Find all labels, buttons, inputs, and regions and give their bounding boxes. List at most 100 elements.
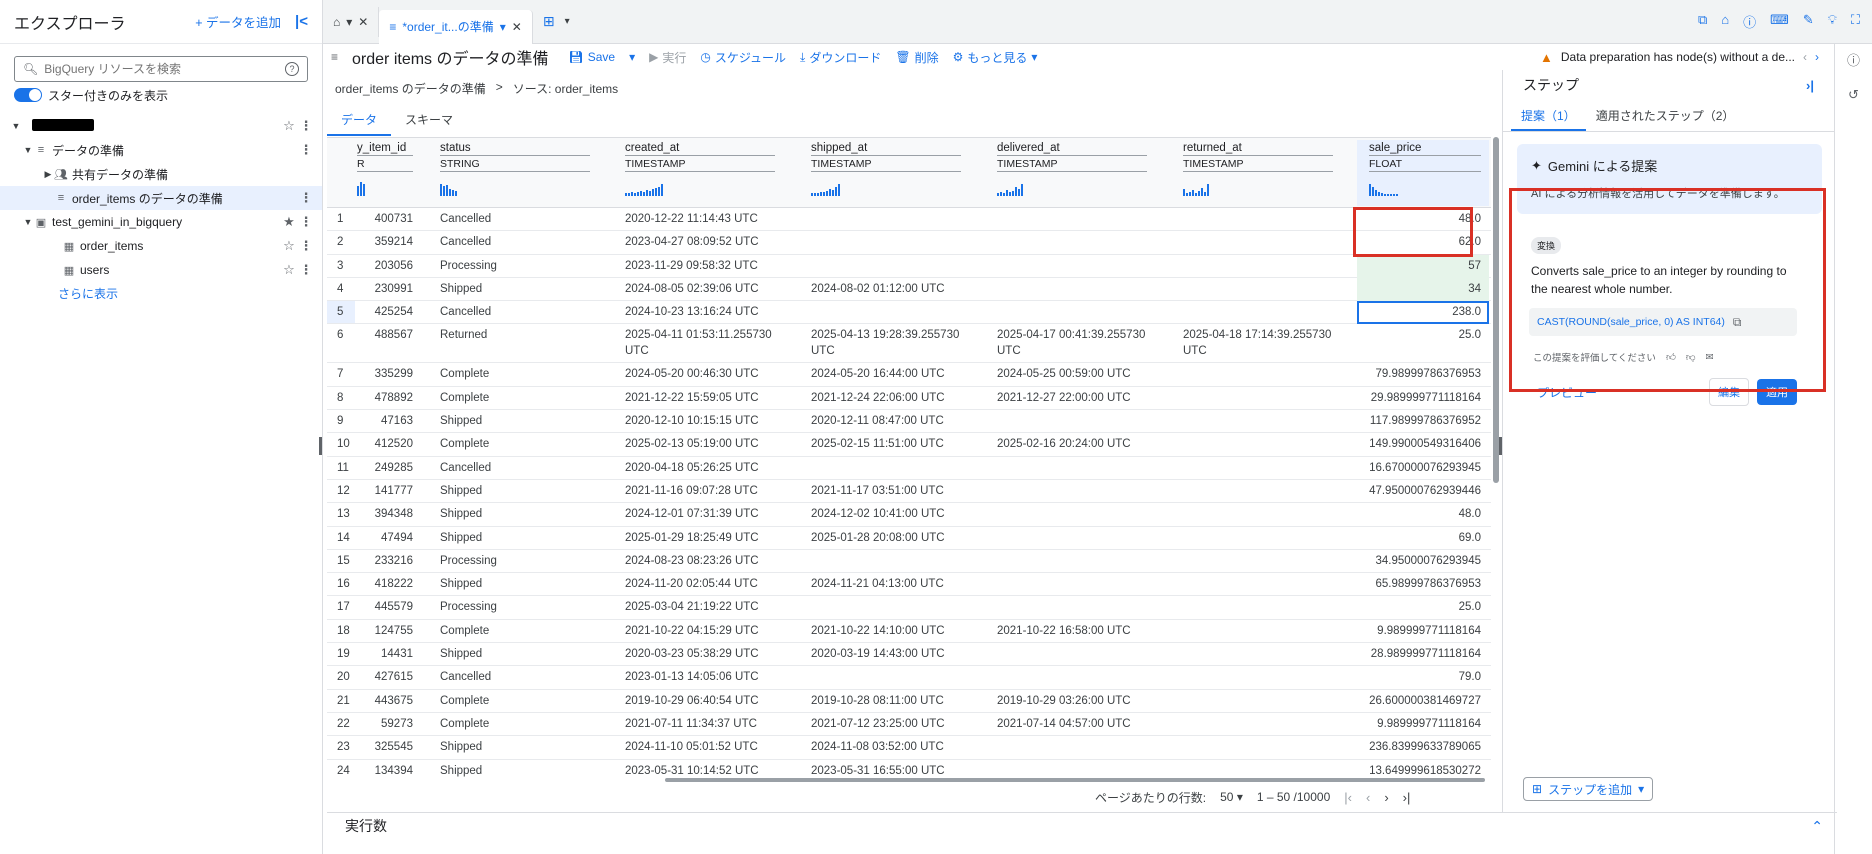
table-row[interactable]: 22 59273 Complete 2021-07-11 11:34:37 UTC 20…: [327, 713, 1491, 737]
cell-created-at[interactable]: 2025-03-04 21:19:22 UTC: [625, 596, 775, 619]
cell-shipped-at[interactable]: 2020-12-11 08:47:00 UTC: [811, 410, 961, 433]
chevron-left-icon[interactable]: ‹: [1803, 50, 1807, 64]
table-row[interactable]: 24 134394 Shipped 2023-05-31 10:14:52 UTC 20…: [327, 760, 1491, 778]
tab-schema[interactable]: スキーマ: [391, 106, 467, 136]
cell-shipped-at[interactable]: 2019-10-28 08:11:00 UTC: [811, 690, 961, 713]
cell-item-id[interactable]: 478892: [357, 387, 413, 410]
lightbulb-icon[interactable]: 💡︎: [1828, 12, 1837, 31]
table-row[interactable]: 18 124755 Complete 2021-10-22 04:15:29 UTC 2…: [327, 620, 1491, 644]
new-tab-icon[interactable]: ⊞: [533, 13, 565, 30]
tab-data[interactable]: データ: [327, 106, 392, 136]
add-data-button[interactable]: + データを追加: [195, 12, 281, 31]
cell-created-at[interactable]: 2021-07-11 11:34:37 UTC: [625, 713, 775, 736]
home-icon[interactable]: ⌂: [1721, 12, 1729, 31]
tree-item-project[interactable]: ▼ ☆ ⋮: [0, 114, 322, 138]
expand-up-icon[interactable]: ⌃: [1811, 813, 1823, 839]
cell-sale-price[interactable]: 9.989999771118164: [1357, 620, 1489, 643]
table-row[interactable]: 23 325545 Shipped 2024-11-10 05:01:52 UTC 20…: [327, 736, 1491, 760]
cell-sale-price[interactable]: 47.950000762939446: [1357, 480, 1489, 503]
cell-item-id[interactable]: 427615: [357, 666, 413, 689]
table-row[interactable]: 20 427615 Cancelled 2023-01-13 14:05:06 UTC…: [327, 666, 1491, 690]
cell-sale-price[interactable]: 149.99000549316406: [1357, 433, 1489, 456]
expand-caret-icon[interactable]: ▼: [22, 217, 34, 227]
table-row[interactable]: 2 359214 Cancelled 2023-04-27 08:09:52 UTC 6…: [327, 231, 1491, 255]
cell-sale-price[interactable]: 28.989999771118164: [1357, 643, 1489, 666]
table-row[interactable]: 7 335299 Complete 2024-05-20 00:46:30 UTC 20…: [327, 363, 1491, 387]
fullscreen-icon[interactable]: ⛶: [1851, 12, 1860, 31]
cell-sale-price[interactable]: 236.83999633789065: [1357, 736, 1489, 759]
cell-created-at[interactable]: 2021-10-22 04:15:29 UTC: [625, 620, 775, 643]
cell-created-at[interactable]: 2024-12-01 07:31:39 UTC: [625, 503, 775, 526]
cell-item-id[interactable]: 14431: [357, 643, 413, 666]
column-header-returned-at[interactable]: returned_at TIMESTAMP: [1183, 140, 1333, 206]
delete-button[interactable]: 🗑︎ 削除: [895, 49, 938, 66]
cell-status[interactable]: Shipped: [440, 410, 482, 433]
star-icon[interactable]: ☆: [280, 238, 298, 254]
cell-status[interactable]: Shipped: [440, 278, 482, 301]
chevron-right-icon[interactable]: ›: [1815, 50, 1819, 64]
more-options-icon[interactable]: ⋮: [298, 118, 314, 134]
cell-created-at[interactable]: 2021-12-22 15:59:05 UTC: [625, 387, 775, 410]
expand-caret-icon[interactable]: ▼: [22, 145, 34, 155]
keyboard-icon[interactable]: ⌨: [1770, 12, 1789, 31]
cell-shipped-at[interactable]: 2025-02-15 11:51:00 UTC: [811, 433, 961, 456]
cell-created-at[interactable]: 2024-11-20 02:05:44 UTC: [625, 573, 775, 596]
cell-item-id[interactable]: 418222: [357, 573, 413, 596]
cell-created-at[interactable]: 2020-04-18 05:26:25 UTC: [625, 457, 775, 480]
cell-status[interactable]: Complete: [440, 620, 489, 643]
resource-search-input[interactable]: [44, 62, 279, 76]
cell-shipped-at[interactable]: 2021-11-17 03:51:00 UTC: [811, 480, 961, 503]
star-icon[interactable]: ☆: [280, 262, 298, 278]
history-icon[interactable]: ↺: [1835, 78, 1872, 112]
column-header-created-at[interactable]: created_at TIMESTAMP: [625, 140, 775, 206]
chevron-down-icon[interactable]: ▾: [346, 15, 352, 29]
cell-item-id[interactable]: 488567: [357, 327, 413, 343]
table-row[interactable]: 15 233216 Processing 2024-08-23 08:23:26 UT…: [327, 550, 1491, 574]
cell-status[interactable]: Processing: [440, 550, 497, 573]
table-row[interactable]: 1 400731 Cancelled 2020-12-22 11:14:43 UTC 4…: [327, 208, 1491, 232]
cell-status[interactable]: Shipped: [440, 480, 482, 503]
table-row[interactable]: 5 425254 Cancelled 2024-10-23 13:16:24 UTC 2…: [327, 301, 1491, 325]
table-row[interactable]: 10 412520 Complete 2025-02-13 05:19:00 UTC 2…: [327, 433, 1491, 457]
close-tab-icon[interactable]: ✕: [512, 20, 522, 34]
cell-status[interactable]: Returned: [440, 327, 487, 343]
table-row[interactable]: 16 418222 Shipped 2024-11-20 02:05:44 UTC 20…: [327, 573, 1491, 597]
expand-caret-icon[interactable]: ▼: [10, 121, 22, 131]
cell-created-at[interactable]: 2024-10-23 13:16:24 UTC: [625, 301, 775, 324]
cell-sale-price[interactable]: 79.98999786376953: [1357, 363, 1489, 386]
cell-delivered-at[interactable]: 2021-10-22 16:58:00 UTC: [997, 620, 1147, 643]
more-options-icon[interactable]: ⋮: [298, 262, 314, 278]
more-options-icon[interactable]: ⋮: [298, 190, 314, 206]
rows-per-page-select[interactable]: 50 ▾: [1220, 790, 1243, 804]
cell-item-id[interactable]: 400731: [357, 208, 413, 231]
cell-created-at[interactable]: 2023-11-29 09:58:32 UTC: [625, 255, 775, 278]
schedule-button[interactable]: ◷ スケジュール: [700, 49, 786, 66]
cell-created-at[interactable]: 2023-01-13 14:05:06 UTC: [625, 666, 775, 689]
starred-only-toggle[interactable]: [14, 88, 42, 102]
column-header-shipped-at[interactable]: shipped_at TIMESTAMP: [811, 140, 961, 206]
cell-item-id[interactable]: 412520: [357, 433, 413, 456]
more-options-icon[interactable]: ⋮: [298, 214, 314, 230]
cell-sale-price[interactable]: 48.0: [1357, 503, 1489, 526]
table-row[interactable]: 12 141777 Shipped 2021-11-16 09:07:28 UTC 20…: [327, 480, 1491, 504]
cell-status[interactable]: Complete: [440, 363, 489, 386]
cell-created-at[interactable]: 2021-11-16 09:07:28 UTC: [625, 480, 775, 503]
column-header-sale-price[interactable]: sale_price FLOAT: [1357, 140, 1489, 206]
cell-item-id[interactable]: 359214: [357, 231, 413, 254]
cell-created-at[interactable]: 2023-05-31 10:14:52 UTC: [625, 760, 775, 778]
cell-shipped-at[interactable]: 2024-11-21 04:13:00 UTC: [811, 573, 961, 596]
save-button[interactable]: 💾︎ Save: [569, 50, 616, 64]
cell-status[interactable]: Cancelled: [440, 457, 491, 480]
cell-shipped-at[interactable]: 2025-04-13 19:28:39.255730 UTC: [811, 327, 961, 359]
table-row[interactable]: 13 394348 Shipped 2024-12-01 07:31:39 UTC 20…: [327, 503, 1491, 527]
cell-item-id[interactable]: 230991: [357, 278, 413, 301]
chevron-down-icon[interactable]: ▾: [500, 20, 506, 34]
cell-sale-price[interactable]: 69.0: [1357, 527, 1489, 550]
download-button[interactable]: ⤓ ダウンロード: [800, 49, 881, 66]
cell-shipped-at[interactable]: 2020-03-19 14:43:00 UTC: [811, 643, 961, 666]
tab-applied-steps[interactable]: 適用されたステップ（2）: [1586, 100, 1745, 131]
cell-sale-price[interactable]: 13.649999618530272: [1357, 760, 1489, 778]
cell-created-at[interactable]: 2024-08-05 02:39:06 UTC: [625, 278, 775, 301]
star-filled-icon[interactable]: ★: [280, 214, 298, 230]
cell-created-at[interactable]: 2020-12-22 11:14:43 UTC: [625, 208, 775, 231]
